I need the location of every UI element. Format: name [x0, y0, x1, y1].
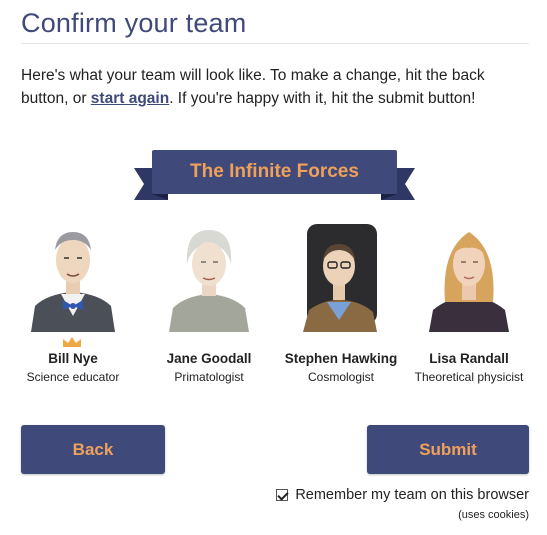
- jane-goodall-portrait-icon: [169, 230, 249, 332]
- team-members: Bill Nye Science educator Jane Goodall P…: [10, 220, 540, 390]
- remember-team-checkbox[interactable]: [276, 489, 289, 501]
- member-name: Stephen Hawking: [284, 351, 398, 366]
- member-role: Cosmologist: [307, 370, 375, 384]
- intro-text-end: . If you're happy with it, hit the submi…: [169, 90, 476, 107]
- team-name-banner: The Infinite Forces: [134, 150, 415, 202]
- cookies-note: (uses cookies): [458, 509, 529, 521]
- remember-team-label: Remember my team on this browser: [295, 487, 529, 503]
- bill-nye-portrait-icon: [31, 232, 115, 332]
- remember-team-option[interactable]: Remember my team on this browser: [276, 487, 529, 503]
- member-role: Theoretical physicist: [414, 370, 524, 384]
- member-role: Science educator: [26, 370, 120, 384]
- start-again-link[interactable]: start again: [91, 90, 169, 107]
- back-button[interactable]: Back: [21, 425, 165, 474]
- title-divider: [21, 43, 529, 44]
- submit-button[interactable]: Submit: [367, 425, 529, 474]
- lisa-randall-portrait-icon: [429, 232, 509, 332]
- member-name: Lisa Randall: [429, 351, 509, 366]
- stephen-hawking-portrait-icon: [303, 224, 377, 332]
- member-name: Bill Nye: [48, 351, 98, 366]
- team-name: The Infinite Forces: [190, 161, 359, 182]
- captain-crown-icon: [63, 337, 81, 347]
- page-title: Confirm your team: [21, 8, 247, 38]
- member-name: Jane Goodall: [166, 351, 252, 366]
- intro-text: Here's what your team will look like. To…: [21, 64, 531, 110]
- member-role: Primatologist: [174, 370, 244, 384]
